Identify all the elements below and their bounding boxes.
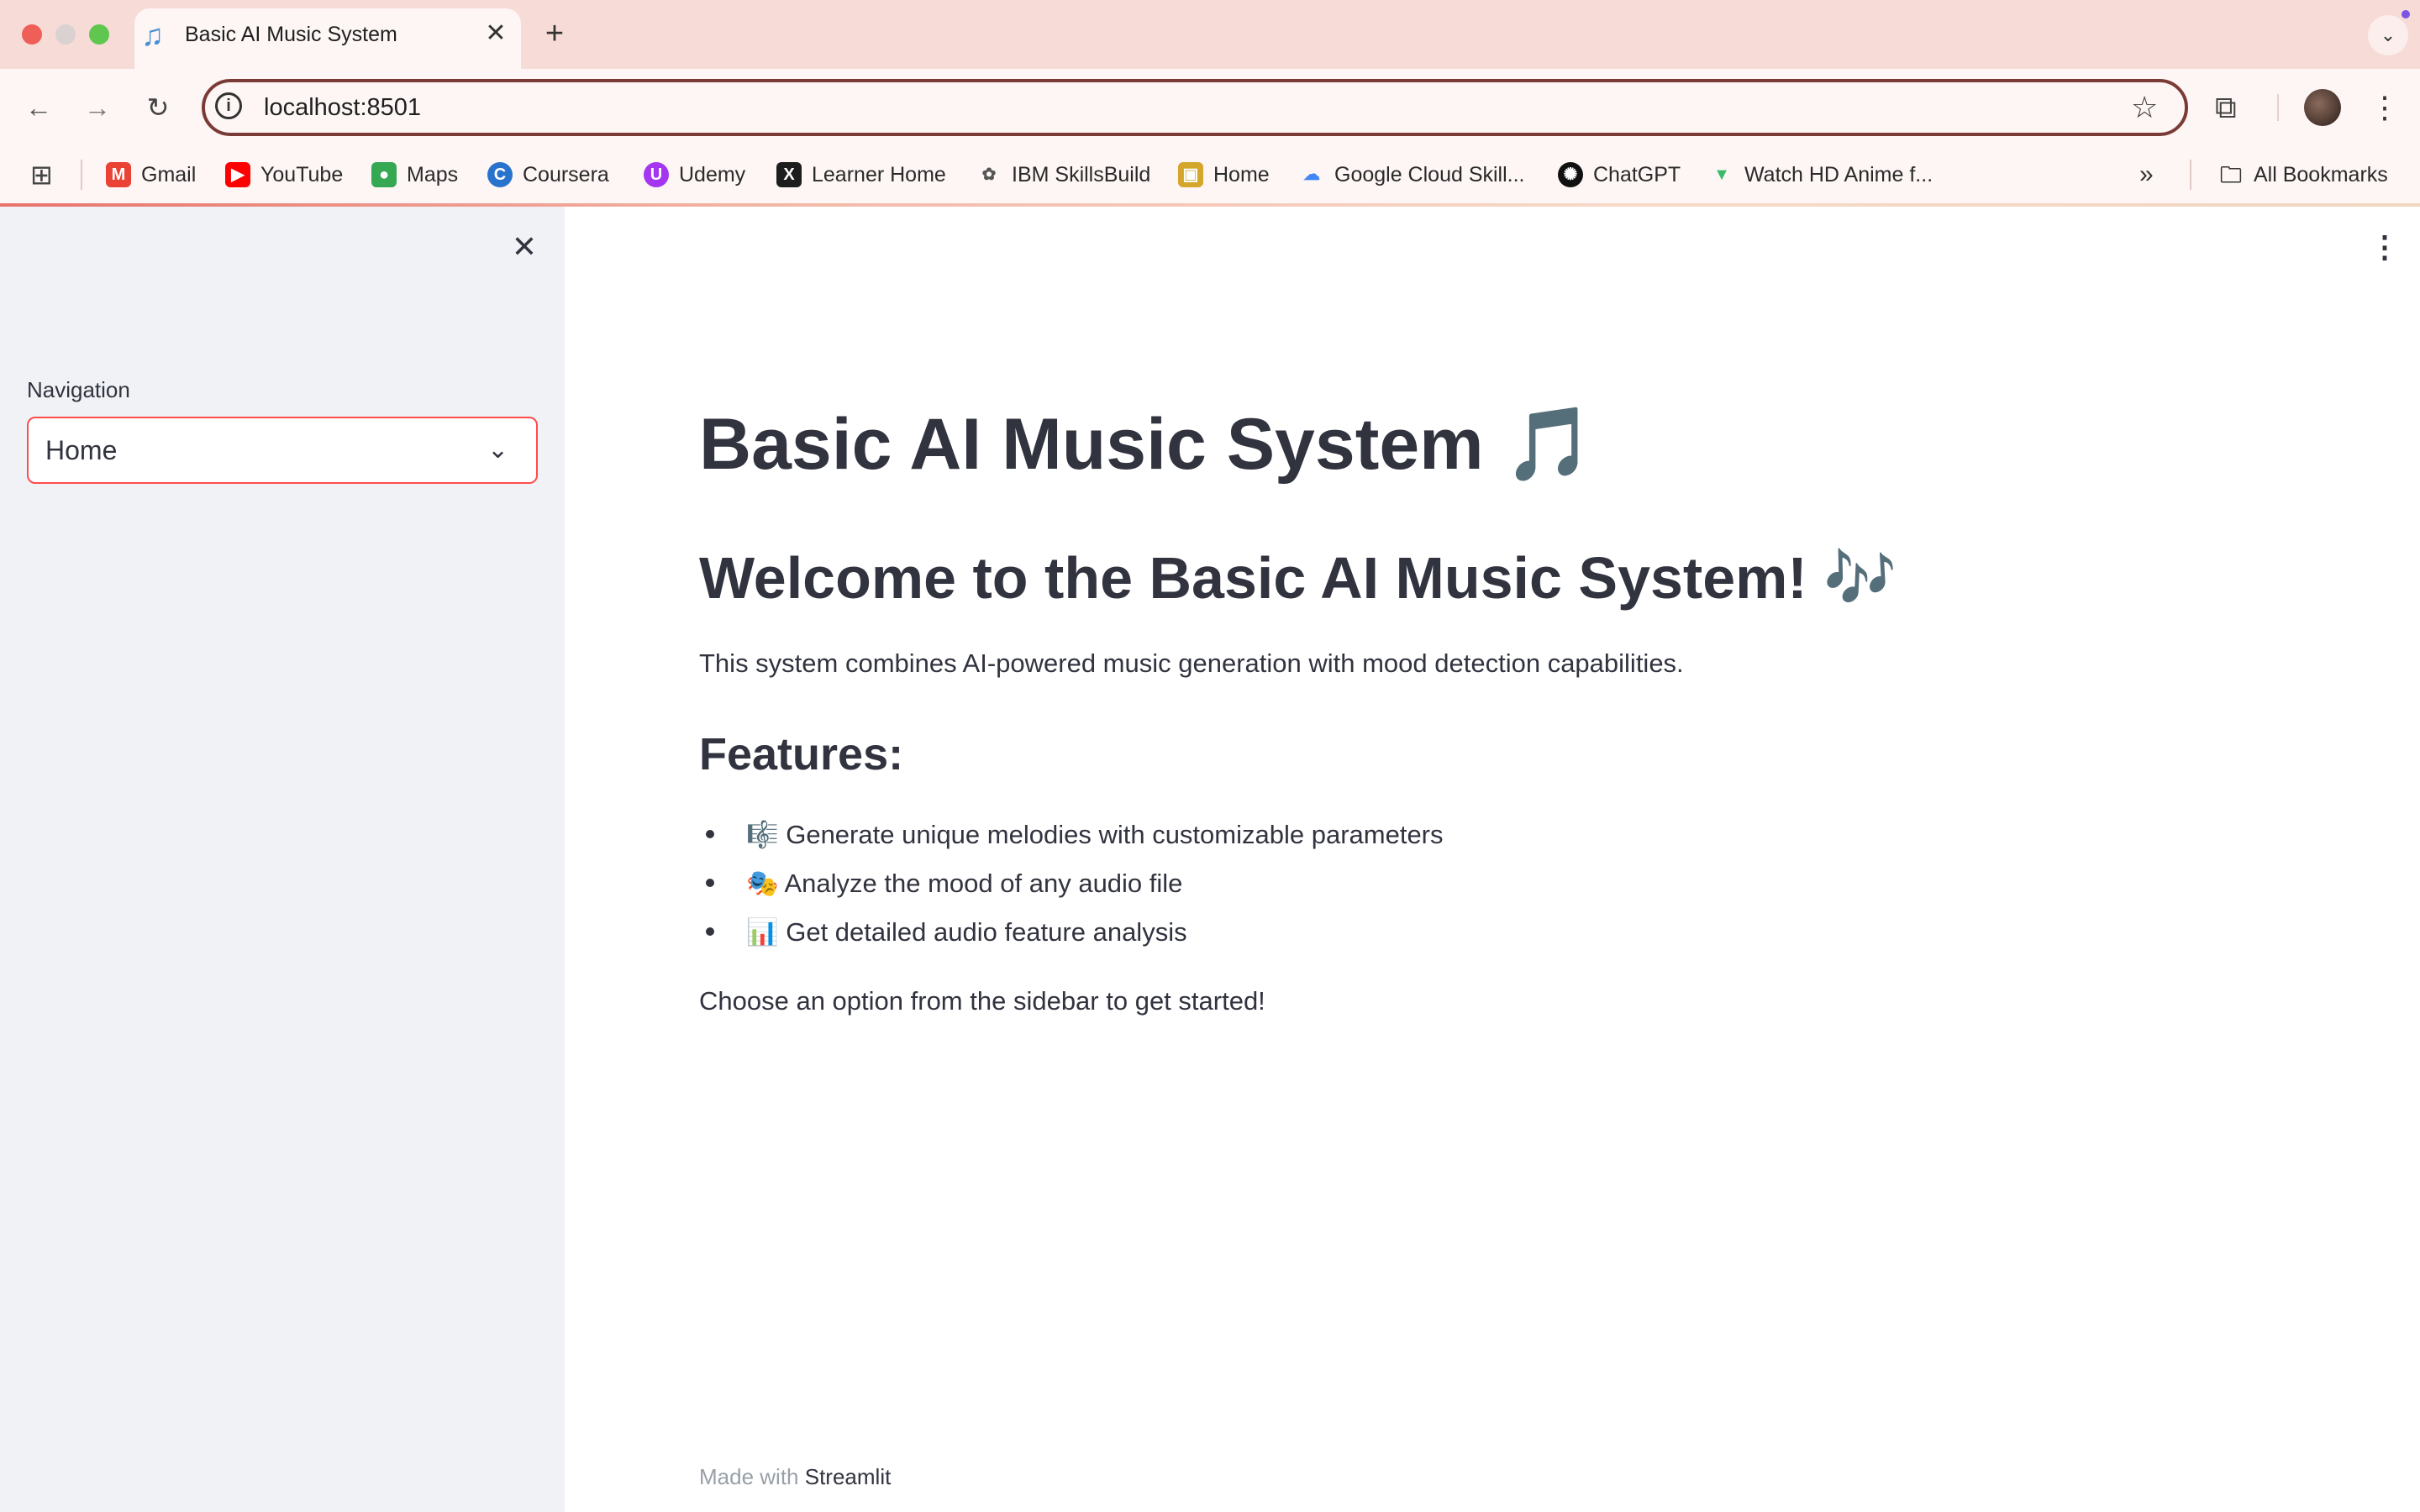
bookmark-youtube[interactable]: ▶ YouTube (225, 160, 343, 190)
list-bullet (706, 927, 714, 936)
features-heading: Features: (699, 729, 904, 780)
toolbar-divider (2277, 94, 2279, 121)
browser-menu-icon[interactable]: ⋮ (2370, 87, 2400, 128)
gmail-icon: M (106, 162, 131, 187)
google-cloud-icon: ☁ (1299, 162, 1324, 187)
feature-item-analysis: 📊 Get detailed audio feature analysis (746, 917, 1187, 947)
bookmark-label: IBM SkillsBuild (1012, 162, 1151, 186)
maps-pin-icon: ● (371, 162, 397, 187)
coursera-icon: C (487, 162, 513, 187)
ibm-skillsbuild-icon: ✿ (976, 162, 1002, 187)
bookmark-gmail[interactable]: M Gmail (106, 160, 196, 190)
window-minimize-button[interactable] (55, 24, 76, 45)
classroom-icon: ▣ (1178, 162, 1203, 187)
bookmark-home[interactable]: ▣ Home (1178, 160, 1270, 190)
folder-icon: 🗀 (2218, 162, 2244, 187)
back-arrow-icon[interactable]: ← (18, 87, 59, 128)
bookmark-label: Udemy (679, 162, 746, 186)
welcome-heading: Welcome to the Basic AI Music System! 🎶 (699, 545, 1897, 611)
site-info-icon[interactable]: i (215, 92, 242, 119)
list-bullet (706, 830, 714, 838)
profile-avatar[interactable] (2304, 89, 2341, 126)
bookmark-label: Gmail (141, 162, 197, 186)
bookmark-maps[interactable]: ● Maps (371, 160, 458, 190)
url-text[interactable]: localhost:8501 (264, 92, 421, 123)
anime-site-icon: ▼ (1709, 162, 1734, 187)
chevron-down-icon[interactable]: ⌄ (487, 433, 508, 467)
bookmark-label: Coursera (523, 162, 609, 186)
bookmark-label: Home (1213, 162, 1270, 186)
bookmark-google-cloud-skills[interactable]: ☁ Google Cloud Skill... (1299, 160, 1525, 190)
navigation-select-value[interactable]: Home (45, 433, 117, 467)
youtube-icon: ▶ (225, 162, 250, 187)
streamlit-link[interactable]: Streamlit (805, 1464, 892, 1489)
bookmark-learner-home[interactable]: X Learner Home (776, 160, 946, 190)
footer: Made with Streamlit (699, 1462, 891, 1492)
app-menu-icon[interactable]: ⋮ (2370, 230, 2400, 264)
udemy-icon: U (644, 162, 669, 187)
more-bookmarks-chevron-icon[interactable]: » (2139, 160, 2154, 190)
window-maximize-button[interactable] (89, 24, 109, 45)
all-bookmarks-label: All Bookmarks (2254, 162, 2388, 186)
all-bookmarks-button[interactable]: 🗀 All Bookmarks (2218, 160, 2388, 190)
bookmark-star-icon[interactable]: ☆ (2131, 87, 2158, 128)
footer-prefix: Made with (699, 1464, 805, 1489)
list-bullet (706, 879, 714, 887)
bookmark-label: Watch HD Anime f... (1744, 162, 1933, 186)
bookmark-label: Google Cloud Skill... (1334, 162, 1525, 186)
new-tab-button[interactable]: + (538, 15, 571, 52)
apps-grid-icon[interactable]: ⊞ (30, 161, 53, 188)
tab-close-icon[interactable]: ✕ (481, 18, 511, 49)
forward-arrow-icon[interactable]: → (77, 87, 118, 128)
window-close-button[interactable] (22, 24, 42, 45)
extensions-icon[interactable]: ⧉ (2215, 87, 2237, 128)
bookmarks-divider (81, 160, 82, 190)
bookmark-watch-hd-anime[interactable]: ▼ Watch HD Anime f... (1709, 160, 1933, 190)
bookmarks-divider (2190, 160, 2191, 190)
call-to-action: Choose an option from the sidebar to get… (699, 986, 1265, 1016)
bookmark-chatgpt[interactable]: ✺ ChatGPT (1558, 160, 1681, 190)
tab-search-icon[interactable]: ⌄ (2368, 15, 2408, 55)
bookmark-ibm-skillsbuild[interactable]: ✿ IBM SkillsBuild (976, 160, 1150, 190)
address-bar[interactable] (202, 79, 2188, 136)
bookmark-label: Learner Home (812, 162, 946, 186)
page-title: Basic AI Music System 🎵 (699, 404, 1594, 485)
bookmark-label: ChatGPT (1593, 162, 1681, 186)
intro-text: This system combines AI-powered music ge… (699, 648, 1684, 678)
feature-item-mood: 🎭 Analyze the mood of any audio file (746, 869, 1183, 898)
tab-title: Basic AI Music System (185, 23, 397, 46)
bookmark-udemy[interactable]: U Udemy (644, 160, 745, 190)
edx-icon: X (776, 162, 802, 187)
music-note-icon: ♫ (141, 18, 164, 52)
reload-icon[interactable]: ↻ (138, 87, 178, 128)
navigation-label: Navigation (27, 377, 130, 402)
notification-dot (2402, 10, 2410, 18)
bookmark-coursera[interactable]: C Coursera (487, 160, 609, 190)
sidebar-close-icon[interactable]: ✕ (508, 230, 541, 264)
chatgpt-icon: ✺ (1558, 162, 1583, 187)
bookmark-label: Maps (407, 162, 459, 186)
bookmark-label: YouTube (260, 162, 344, 186)
feature-item-generate: 🎼 Generate unique melodies with customiz… (746, 820, 1444, 849)
